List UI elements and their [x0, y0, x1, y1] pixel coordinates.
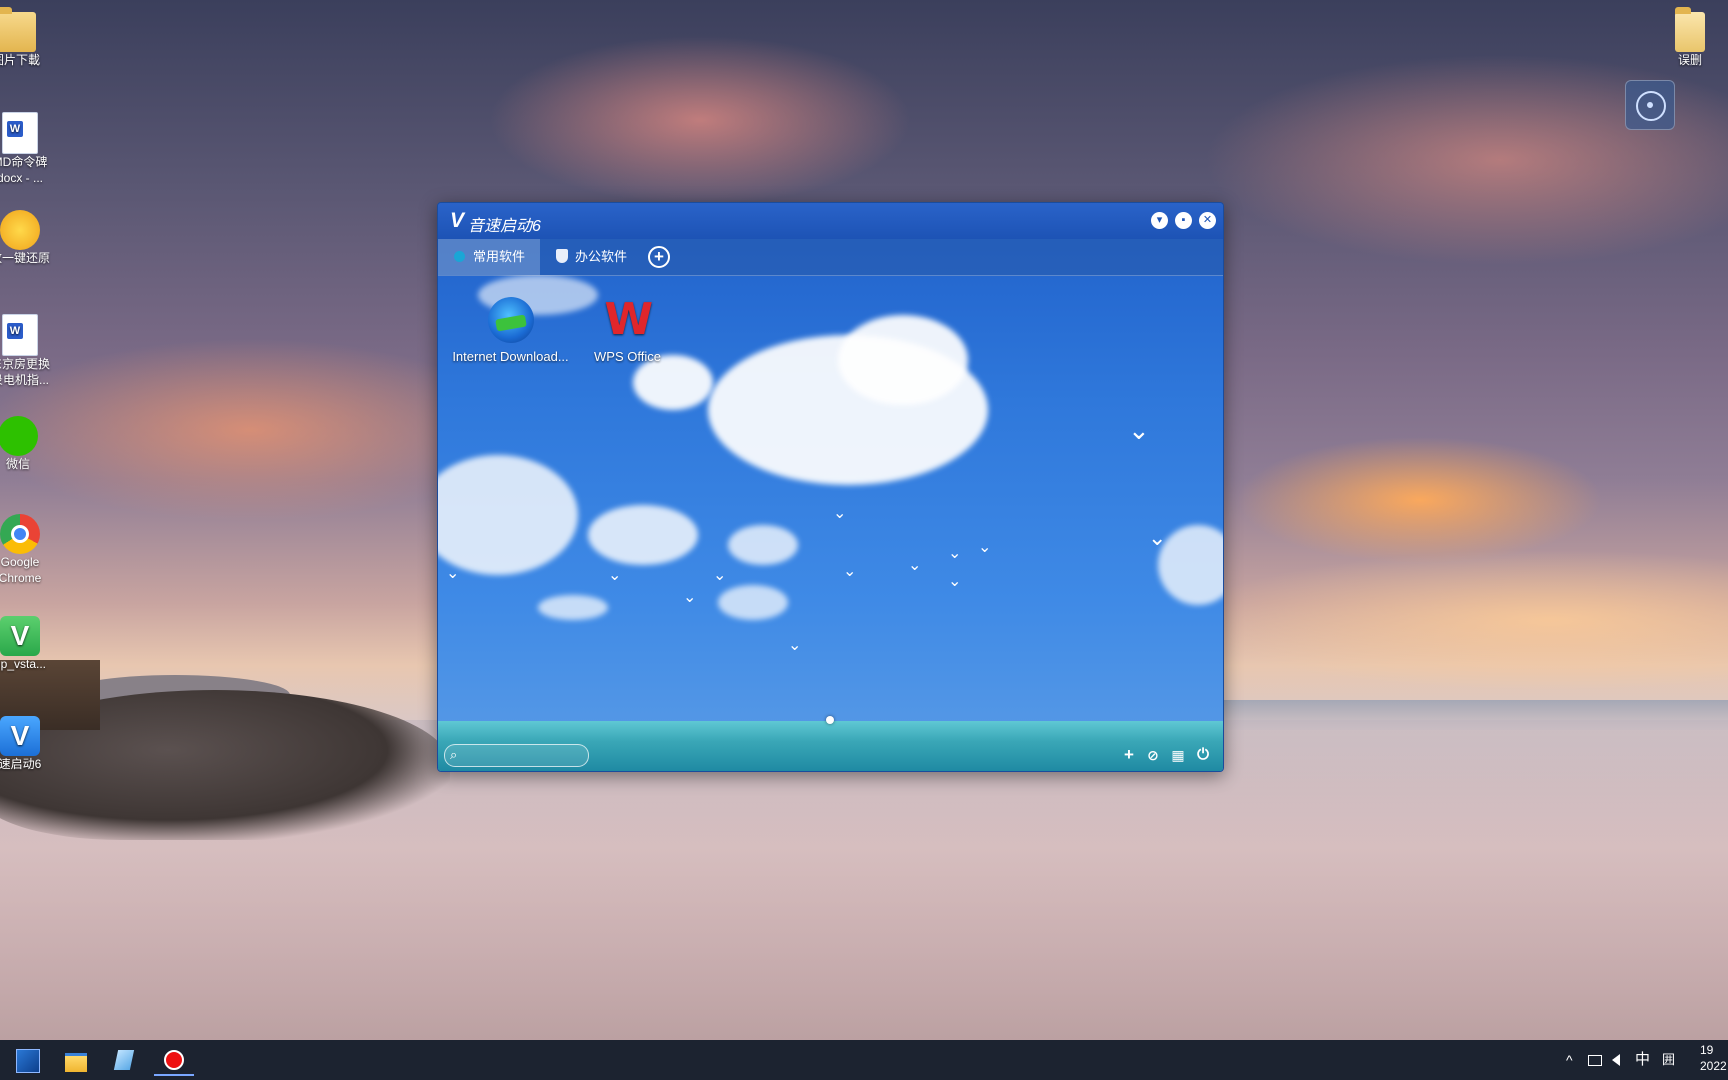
clock[interactable]: 19 2022 — [1700, 1042, 1727, 1074]
app-icon-wps-office[interactable]: W WPS Office — [565, 294, 690, 365]
tab-common-software[interactable]: 常用软件 — [438, 239, 540, 275]
cloud — [588, 505, 698, 565]
network-icon[interactable] — [1588, 1040, 1604, 1080]
skin-button[interactable]: ▪ — [1175, 212, 1192, 229]
tag-icon[interactable]: ⊘ — [1143, 745, 1163, 765]
desktop-icon-doc-2[interactable]: 东京房更换 录电机指... — [0, 314, 60, 388]
add-app-button[interactable]: + — [1119, 745, 1139, 765]
desktop-icon-label: up_vsta... — [0, 657, 47, 671]
cloud — [1158, 525, 1223, 605]
bird: ⌄ — [446, 565, 460, 582]
word-document-icon — [2, 112, 38, 154]
bottom-toolbar: ⌕ + ⊘ ▦ ⏻ — [438, 740, 1223, 771]
vstart-window: V 音速启动6 ▾ ▪ ✕ 常用软件 办公软件 + ⌄ ⌄ ⌄ ⌄ ⌄ ⌄ ⌄ … — [437, 202, 1224, 772]
file-explorer-icon — [65, 1053, 87, 1072]
desktop-icon-chrome[interactable]: Google Chrome — [0, 514, 60, 586]
desktop-icon-label: 东京房更换 录电机指... — [0, 357, 50, 387]
desktop-icon-label: MD命令碑 docx - ... — [0, 155, 48, 185]
app-icon-internet-download-manager[interactable]: Internet Download... — [448, 297, 573, 364]
desktop-icon-cmd-docx[interactable]: MD命令碑 docx - ... — [0, 112, 60, 186]
shield-icon — [556, 249, 568, 263]
desktop-icon-label: 速启动6 — [0, 757, 42, 771]
taskbar: ^ 中 囲 19 2022 — [0, 1040, 1728, 1080]
desktop-icon-setup[interactable]: V up_vsta... — [0, 616, 60, 672]
taskbar-recorder[interactable] — [154, 1044, 194, 1076]
taskbar-notepad[interactable] — [104, 1044, 144, 1076]
bird: ⌄ — [908, 557, 922, 574]
monitor-shape — [1588, 1055, 1602, 1066]
desktop-icon-vstart[interactable]: V 速启动6 — [0, 716, 60, 772]
search-icon: ⌕ — [450, 747, 458, 762]
desktop-icon-label: 数一键还原 — [0, 251, 50, 265]
screen-capture-gadget[interactable] — [1625, 80, 1675, 130]
desktop-icon-label: 微信 — [5, 457, 30, 471]
start-button[interactable] — [8, 1044, 48, 1076]
restore-icon — [0, 210, 40, 250]
bird: ⌄ — [978, 539, 992, 556]
start-icon — [16, 1049, 40, 1073]
cloud — [718, 585, 788, 620]
bird: ⌄ — [713, 567, 727, 584]
bird: ⌄ — [1148, 525, 1167, 550]
bird: ⌄ — [788, 637, 802, 654]
desktop-icon-wechat[interactable]: 微信 — [0, 416, 58, 472]
bird: ⌄ — [843, 563, 857, 580]
bird: ⌄ — [1128, 415, 1150, 445]
power-icon[interactable]: ⏻ — [1193, 745, 1213, 765]
speaker-shape — [1612, 1054, 1620, 1066]
bird: ⌄ — [833, 505, 847, 522]
tab-office-software[interactable]: 办公软件 — [556, 239, 636, 275]
app-title: 音速启动6 — [468, 218, 541, 235]
tab-bar: 常用软件 办公软件 + — [438, 239, 1223, 276]
desktop-icon-restore[interactable]: 数一键还原 — [0, 210, 60, 266]
cloud — [438, 455, 578, 575]
tab-label: 常用软件 — [473, 249, 526, 264]
search-box[interactable]: ⌕ — [444, 744, 589, 767]
desktop-icon-deleted-folder[interactable]: 误删 — [1650, 7, 1728, 68]
wechat-icon — [0, 416, 38, 456]
taskbar-file-explorer[interactable] — [56, 1044, 96, 1076]
wps-icon: W — [604, 294, 654, 345]
notepad-icon — [113, 1050, 135, 1070]
idm-icon — [487, 297, 534, 343]
cloud — [838, 315, 968, 405]
close-button[interactable]: ✕ — [1199, 212, 1216, 229]
search-input[interactable] — [467, 747, 581, 765]
app-icon-label: WPS Office — [594, 349, 661, 364]
common-software-icon — [454, 251, 465, 262]
bird: ⌄ — [608, 567, 622, 584]
installer-icon: V — [0, 616, 40, 656]
desktop-icon-label: Google Chrome — [0, 555, 42, 585]
bird: ⌄ — [948, 573, 962, 590]
record-icon — [164, 1050, 184, 1070]
volume-icon[interactable] — [1612, 1040, 1626, 1080]
vstart-icon: V — [0, 716, 40, 756]
clock-date: 2022 — [1700, 1059, 1727, 1073]
clock-time: 19 — [1700, 1043, 1714, 1057]
calendar-icon[interactable]: ▦ — [1168, 745, 1188, 765]
cloud — [728, 525, 798, 565]
folder-icon — [1675, 7, 1705, 52]
tab-label: 办公软件 — [575, 249, 628, 264]
ime-indicator[interactable]: 中 — [1635, 1040, 1650, 1080]
desktop-icon-label: 误删 — [1677, 53, 1702, 67]
desktop-icon-pictures-folder[interactable]: 图片下載 — [0, 7, 56, 68]
app-logo: V — [450, 209, 465, 232]
title-bar[interactable]: V 音速启动6 ▾ ▪ ✕ — [438, 203, 1223, 239]
desktop-icon-label: 图片下載 — [0, 53, 40, 67]
menu-button[interactable]: ▾ — [1151, 212, 1168, 229]
folder-icon — [0, 7, 36, 52]
add-tab-button[interactable]: + — [648, 246, 670, 268]
ime-mode-icon[interactable]: 囲 — [1662, 1040, 1675, 1080]
bird: ⌄ — [948, 545, 962, 562]
word-document-icon — [2, 314, 38, 356]
page-indicator[interactable] — [826, 716, 834, 724]
bird: ⌄ — [683, 589, 697, 606]
app-icon-label: Internet Download... — [452, 349, 569, 364]
tray-chevron-icon[interactable]: ^ — [1566, 1040, 1573, 1080]
chrome-icon — [0, 514, 40, 554]
app-launcher-area: ⌄ ⌄ ⌄ ⌄ ⌄ ⌄ ⌄ ⌄ ⌄ ⌄ ⌄ ⌄ ⌄ Internet Downl… — [438, 275, 1223, 740]
cloud — [538, 595, 608, 620]
